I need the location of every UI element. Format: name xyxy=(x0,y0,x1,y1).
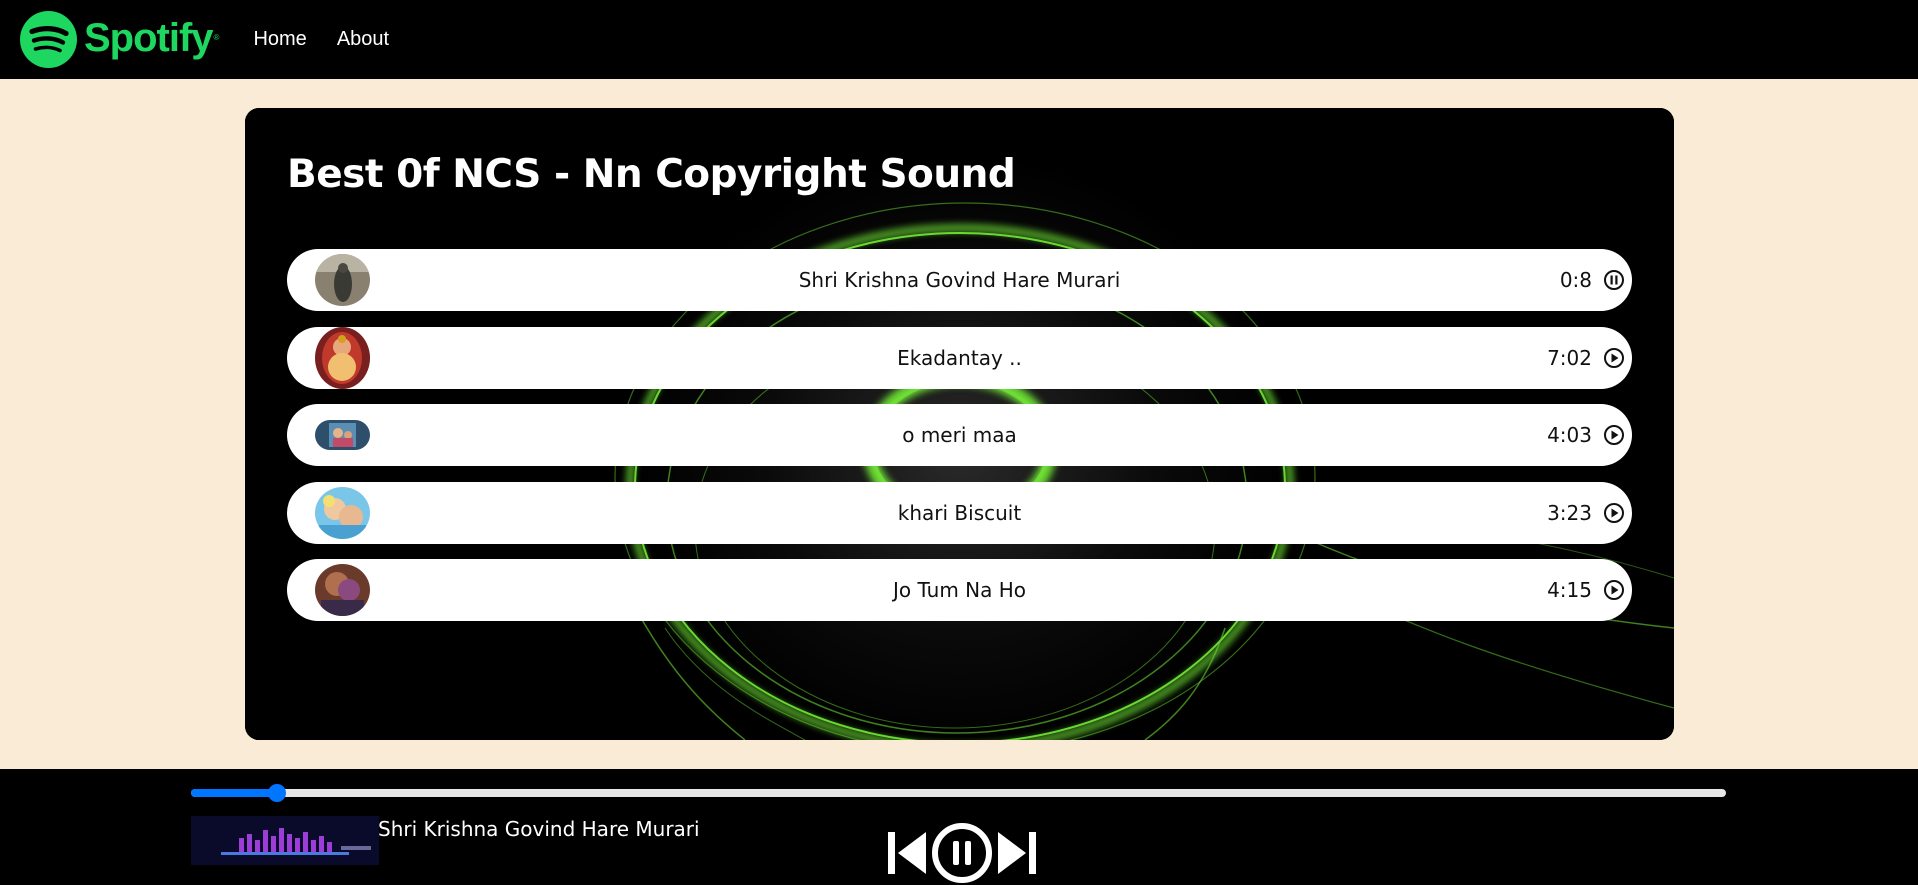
play-circle-icon[interactable] xyxy=(1603,502,1625,524)
now-playing-visualizer-image xyxy=(191,816,379,865)
playlist-container: Best 0f NCS - Nn Copyright Sound Shri Kr… xyxy=(245,108,1674,740)
song-duration: 4:15 xyxy=(1547,578,1592,602)
progress-fill xyxy=(191,789,277,797)
spotify-icon xyxy=(20,11,77,68)
nav-home-link[interactable]: Home xyxy=(253,28,306,51)
song-duration-wrap: 3:23 xyxy=(1547,500,1624,525)
nav-about-link[interactable]: About xyxy=(337,28,389,51)
playlist-heading: Best 0f NCS - Nn Copyright Sound xyxy=(287,152,1016,197)
song-duration: 4:03 xyxy=(1547,423,1592,447)
song-name: o meri maa xyxy=(902,423,1017,447)
player-controls xyxy=(886,821,1038,885)
song-duration-wrap: 4:03 xyxy=(1547,423,1624,447)
song-item[interactable]: o meri maa 4:03 xyxy=(287,404,1632,466)
song-duration-wrap: 0:8 xyxy=(1559,268,1624,292)
navbar: Spotify ® Home About xyxy=(0,0,1918,79)
play-circle-icon[interactable] xyxy=(1603,347,1625,369)
song-duration-wrap: 7:02 xyxy=(1547,345,1624,370)
song-name: Ekadantay .. xyxy=(897,345,1022,370)
player-bar: Shri Krishna Govind Hare Murari xyxy=(0,769,1918,885)
nav-links: Home About xyxy=(253,28,419,51)
song-duration: 3:23 xyxy=(1547,500,1592,525)
song-name: Jo Tum Na Ho xyxy=(892,578,1027,602)
pause-circle-icon[interactable] xyxy=(1603,269,1625,291)
brand-name: Spotify xyxy=(84,16,214,60)
song-item[interactable]: Ekadantay .. 7:02 xyxy=(287,326,1632,389)
spotify-logo[interactable]: Spotify ® xyxy=(20,11,219,68)
progress-track[interactable] xyxy=(191,789,1726,797)
progress-thumb[interactable] xyxy=(267,784,286,802)
song-item[interactable]: Jo Tum Na Ho 4:15 xyxy=(287,559,1632,621)
song-duration: 0:8 xyxy=(1559,268,1592,292)
backward-step-icon[interactable] xyxy=(886,828,928,878)
progress-bar[interactable] xyxy=(191,784,1726,802)
song-list: Shri Krishna Govind Hare Murari 0:8 Ekad… xyxy=(287,249,1632,637)
now-playing-title: Shri Krishna Govind Hare Murari xyxy=(378,817,700,841)
forward-step-icon[interactable] xyxy=(996,828,1038,878)
registered-mark: ® xyxy=(213,33,220,42)
play-circle-icon[interactable] xyxy=(1603,579,1625,601)
song-item[interactable]: Shri Krishna Govind Hare Murari 0:8 xyxy=(287,249,1632,311)
song-duration: 7:02 xyxy=(1547,345,1592,370)
play-circle-icon[interactable] xyxy=(1603,424,1625,446)
song-duration-wrap: 4:15 xyxy=(1547,578,1624,602)
pause-circle-icon[interactable] xyxy=(930,821,994,885)
song-name: Shri Krishna Govind Hare Murari xyxy=(798,268,1121,292)
song-name: khari Biscuit xyxy=(897,500,1022,525)
song-item[interactable]: khari Biscuit 3:23 xyxy=(287,481,1632,544)
